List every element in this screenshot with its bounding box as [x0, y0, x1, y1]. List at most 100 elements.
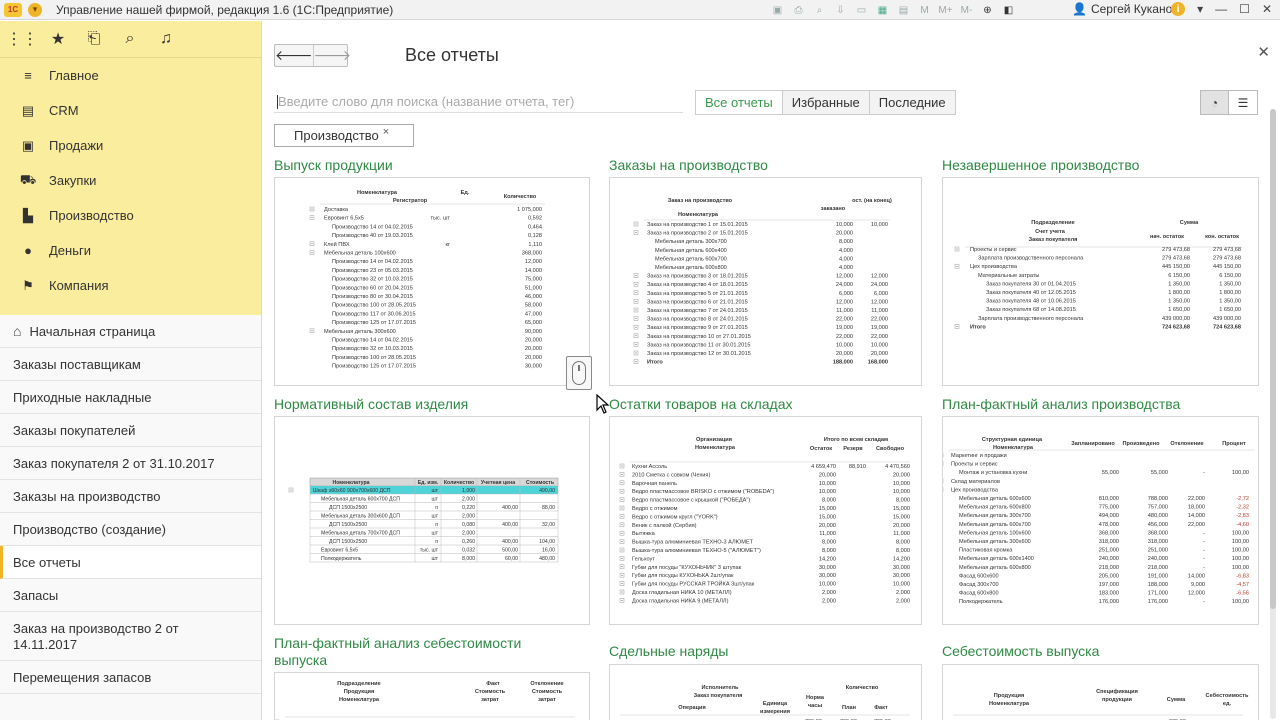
back-arrow-icon[interactable]: 🡐 — [275, 45, 313, 66]
section-main[interactable]: ≡ Главное — [0, 58, 261, 93]
report-title[interactable]: Себестоимость выпуска — [942, 643, 1099, 660]
memory-minus-button[interactable]: M- — [959, 3, 974, 17]
pie-view-icon[interactable]: ◔ — [1200, 90, 1229, 115]
report-title[interactable]: Заказы на производство — [609, 157, 768, 174]
report-preview[interactable]: Структурная единица Запланировано Произвед… — [942, 416, 1259, 625]
close-window-icon[interactable]: ✕ — [1262, 2, 1272, 16]
view-mode: ◔ ☰ — [1200, 90, 1258, 115]
preview-cell: - — [1203, 470, 1205, 476]
info-icon[interactable]: i — [1171, 2, 1186, 16]
maximize-icon[interactable]: ☐ — [1239, 2, 1250, 16]
open-item[interactable]: Заказ на производство 2 от 14.11.2017 — [0, 612, 200, 661]
report-title[interactable]: Сдельные наряды — [609, 643, 729, 660]
main-menu-icon[interactable]: ▾ — [28, 2, 42, 17]
open-item[interactable]: Приходные накладные — [0, 381, 261, 414]
preview-cell: Маркетинг и продажи — [951, 453, 1007, 459]
list-view-icon[interactable]: ☰ — [1229, 90, 1258, 115]
preview-cell: Цех производства — [970, 264, 1018, 270]
open-item[interactable]: Заказы покупателей — [0, 414, 261, 447]
report-preview[interactable]: Подразделение Факт Отклонение Продукция Стои… — [274, 672, 590, 720]
section-crm[interactable]: ▤ CRM — [0, 93, 261, 128]
crm-icon: ▤ — [21, 102, 35, 118]
report-title[interactable]: План-фактный анализ себестоимости выпуск… — [274, 635, 574, 669]
preview-cell: 439 000,00 — [1162, 316, 1190, 322]
open-item[interactable]: Заказы на производство — [0, 480, 261, 513]
search-input[interactable] — [274, 91, 683, 113]
report-preview[interactable]: Заказ на производство Номенклатура заказан… — [609, 177, 922, 386]
calendar-icon[interactable]: ▤ — [896, 3, 911, 17]
open-item[interactable]: Производство (создание) — [0, 513, 261, 546]
tag-filter[interactable]: Производство × — [274, 124, 414, 147]
history-icon[interactable]: ⎗ — [84, 29, 104, 49]
preview-cell: 11,000 — [819, 531, 836, 537]
section-money[interactable]: ● Деньги — [0, 233, 261, 268]
grid-menu-icon[interactable]: ⋮⋮ — [6, 29, 38, 49]
report-title[interactable]: Выпуск продукции — [274, 157, 393, 174]
preview-header: Произведено — [1122, 441, 1160, 447]
preview-cell: 104,00 — [539, 539, 555, 545]
report-preview[interactable]: Подразделение Сумма Счет учета Заказ покупа… — [942, 177, 1259, 386]
user-menu[interactable]: 👤 Сергей Куканов — [1072, 2, 1179, 16]
minimize-icon[interactable]: — — [1215, 2, 1227, 16]
section-sales[interactable]: ▣ Продажи — [0, 128, 261, 163]
preview-cell: п — [435, 539, 438, 545]
report-title[interactable]: Незавершенное производство — [942, 157, 1139, 174]
print-icon[interactable]: ⎙ — [791, 3, 806, 17]
tab-all-reports[interactable]: Все отчеты — [695, 90, 783, 115]
section-purchases[interactable]: ⛟ Закупки — [0, 163, 261, 198]
preview-cell: Ведро пластмассовое BRISKO с отжимом ("R… — [632, 489, 774, 495]
chevron-down-icon[interactable]: ▾ — [1197, 2, 1203, 16]
tab-favorites[interactable]: Избранные — [782, 90, 870, 115]
calculator-icon[interactable]: ▦ — [875, 3, 890, 17]
preview-header: Стоимость — [526, 480, 554, 486]
open-item-active[interactable]: Все отчеты — [0, 546, 261, 579]
memory-m-button[interactable]: M — [917, 3, 932, 17]
app-logo-icon[interactable]: 1С — [4, 2, 22, 17]
sidebar: ⋮⋮ ★ ⎗ ⌕ ♫ ≡ Главное ▤ CRM ▣ Продажи ⛟ Закуп… — [0, 21, 262, 720]
scrollbar-thumb[interactable] — [1270, 109, 1276, 609]
remove-tag-icon[interactable]: × — [383, 126, 389, 138]
copy-icon[interactable]: ▭ — [854, 3, 869, 17]
close-icon[interactable]: ✕ — [1257, 43, 1270, 61]
report-preview[interactable]: Номенклатура Ед. изм. Количество Учетная це… — [274, 416, 590, 625]
report-preview[interactable]: Организация Итого по всем складам Номенкла… — [609, 416, 922, 625]
preview-header: Себестоимость — [1206, 692, 1249, 699]
save-icon[interactable]: ▣ — [770, 3, 785, 17]
forward-arrow-icon[interactable]: 🡒 — [312, 45, 351, 66]
preview-cell: Пластиковая кромка — [959, 548, 1013, 554]
preview-cell: 456,000 — [1148, 522, 1168, 528]
preview-cell: 20,000 — [836, 351, 853, 357]
report-title[interactable]: Остатки товаров на складах — [609, 396, 792, 413]
preview-header: Номенклатура — [357, 190, 398, 196]
open-item[interactable]: Перемещения запасов — [0, 661, 261, 694]
link-icon[interactable]: ⇩ — [833, 3, 848, 17]
report-preview[interactable]: Продукция Спецификация Сумма Себестоимость Н… — [942, 664, 1259, 720]
preview-cell: 10,000 — [871, 342, 888, 348]
title-toolbar: ▣ ⎙ ⌕ ⇩ ▭ ▦ ▤ M M+ M- ⊕ ◧ — [770, 2, 1016, 18]
star-icon[interactable]: ★ — [48, 29, 68, 49]
open-item-home[interactable]: ⌂ Начальная страница — [0, 315, 261, 348]
section-company[interactable]: ⚑ Компания — [0, 268, 261, 303]
preview-cell: 2,000 — [822, 598, 836, 604]
zoom-icon[interactable]: ⊕ — [980, 3, 995, 17]
panels-icon[interactable]: ◧ — [1001, 3, 1016, 17]
report-title[interactable]: План-фактный анализ производства — [942, 396, 1180, 413]
report-title[interactable]: Нормативный состав изделия — [274, 396, 468, 413]
preview-icon[interactable]: ⌕ — [812, 3, 827, 17]
tab-recent[interactable]: Последние — [869, 90, 956, 115]
bell-icon[interactable]: ♫ — [156, 29, 176, 49]
open-item[interactable]: Заказы поставщикам — [0, 348, 261, 381]
report-preview[interactable]: Номенклатура Ед. Количество Регистратор Дост… — [274, 177, 590, 386]
section-production[interactable]: ▙ Производство — [0, 198, 261, 233]
preview-header: Исполнитель — [701, 685, 739, 691]
preview-cell: 8,000 — [462, 556, 475, 562]
preview-cell: 15,000 — [819, 514, 836, 520]
open-item[interactable]: Запасы — [0, 579, 261, 612]
report-preview[interactable]: Исполнитель Количество Заказ покупателя Опе… — [609, 664, 922, 720]
preview-cell: Цех производства — [951, 487, 999, 493]
memory-plus-button[interactable]: M+ — [938, 3, 953, 17]
search-icon[interactable]: ⌕ — [120, 29, 140, 49]
preview-cell: Заказ на производство 1 от 15.01.2015 — [647, 222, 748, 228]
open-item[interactable]: Заказ покупателя 2 от 31.10.2017 — [0, 447, 261, 480]
preview-cell: Мебельная деталь 600х1400 — [959, 556, 1034, 562]
